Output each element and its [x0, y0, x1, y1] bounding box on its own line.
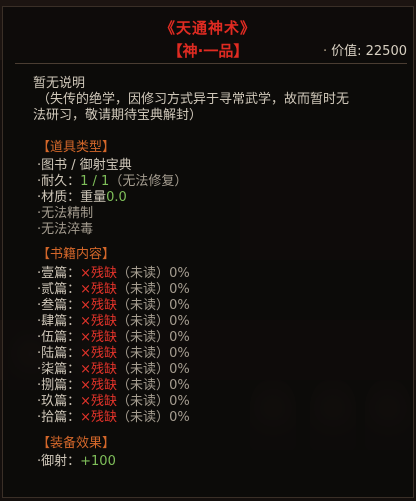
item-tooltip: 《天通神术》 【神·一品】 · 价值: 22500 暂无说明 （失传的绝学，因修习… — [2, 6, 414, 498]
item-title: 《天通神术》 — [159, 19, 256, 37]
item-price: · 价值: 22500 — [323, 40, 407, 59]
equip-effect-archery: ·御射：+100 — [37, 454, 116, 469]
section-book-contents-header: 【书籍内容】 — [37, 247, 116, 262]
coin-icon: · — [322, 44, 328, 59]
title-divider — [15, 63, 407, 64]
price-value: 22500 — [365, 44, 407, 59]
chapter-row: ·拾篇：×残缺（未读）0% — [37, 410, 190, 425]
section-item-type-header: 【道具类型】 — [37, 140, 116, 155]
description-title: 暂无说明 — [33, 76, 86, 91]
price-label: 价值: — [331, 44, 362, 59]
item-quench: ·无法淬毒 — [37, 222, 94, 237]
description-line-1: （失传的绝学，因修习方式异于寻常武学，故而暂时无 — [37, 92, 350, 107]
section-equip-effect-header: 【装备效果】 — [37, 436, 116, 451]
grade-price-row: 【神·一品】 · 价值: 22500 — [3, 40, 413, 60]
description-line-2: 法研习，敬请期待宝典解封） — [33, 108, 203, 123]
item-description: 暂无说明 （失传的绝学，因修习方式异于寻常武学，故而暂时无 法研习，敬请期待宝典… — [33, 76, 403, 124]
